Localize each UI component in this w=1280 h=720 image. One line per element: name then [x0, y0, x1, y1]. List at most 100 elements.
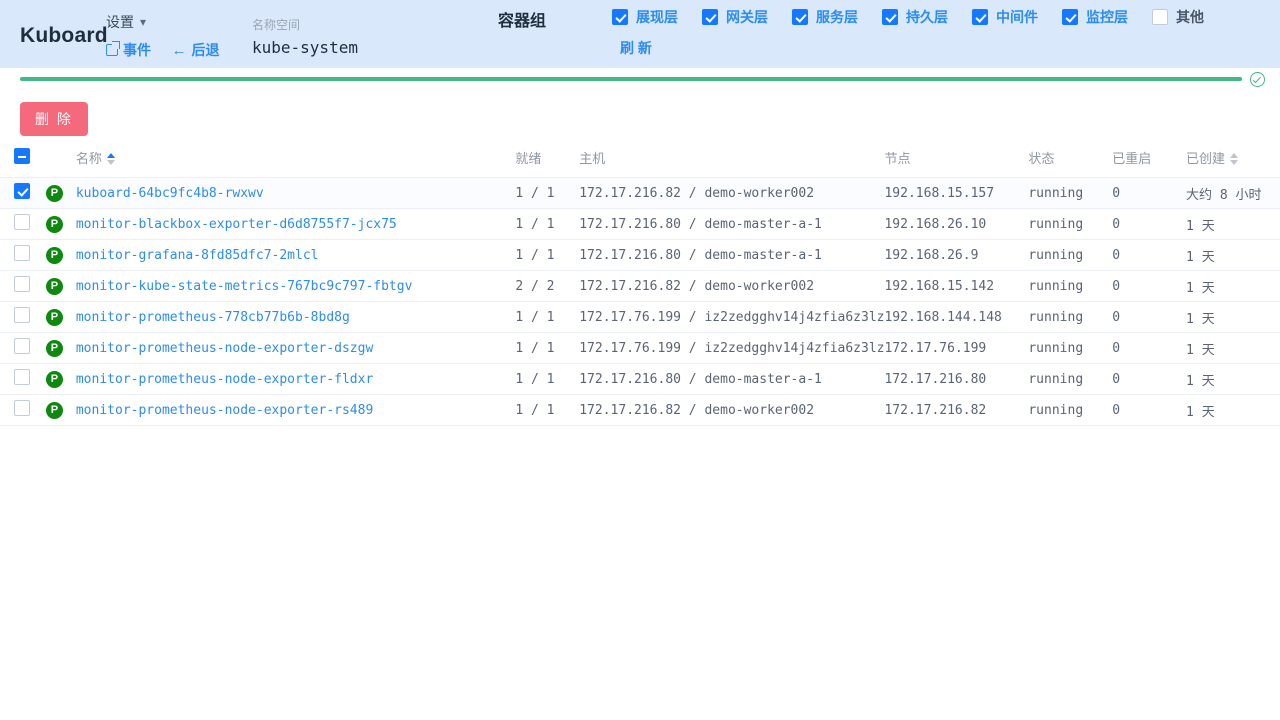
row-select-cell: [0, 209, 46, 240]
pod-state-cell: running: [1028, 271, 1112, 302]
pod-host-cell: 172.17.76.199 / iz2zedgghv14j4zfia6z3lz: [579, 333, 884, 364]
settings-menu[interactable]: 设置▾: [106, 12, 219, 32]
back-link-label: 后退: [191, 42, 219, 58]
table-row[interactable]: Pmonitor-grafana-8fd85dfc7-2mlcl1 / 1172…: [0, 240, 1280, 271]
pod-name-link[interactable]: monitor-prometheus-node-exporter-rs489: [76, 403, 373, 418]
table-row[interactable]: Pkuboard-64bc9fc4b8-rwxwv 1 / 1172.17.216…: [0, 178, 1280, 209]
check-circle-icon: [1250, 72, 1265, 87]
pod-restarts-cell: 0: [1112, 271, 1186, 302]
pod-created-cell: 1 天: [1186, 333, 1280, 364]
events-link[interactable]: 事件: [106, 40, 151, 60]
row-checkbox[interactable]: [14, 400, 30, 416]
pod-kind-cell: P: [46, 209, 76, 240]
pod-badge-icon: P: [46, 185, 63, 202]
back-link[interactable]: ←后退: [171, 40, 219, 60]
row-checkbox[interactable]: [14, 338, 30, 354]
loading-progress: [0, 68, 1280, 90]
pod-restarts-cell: 0: [1112, 302, 1186, 333]
table-row[interactable]: Pmonitor-blackbox-exporter-d6d8755f7-jcx…: [0, 209, 1280, 240]
column-header-created[interactable]: 已创建: [1186, 138, 1280, 178]
column-header-state[interactable]: 状态: [1028, 138, 1112, 178]
layer-filter-4[interactable]: 中间件: [972, 7, 1038, 27]
pod-ready-cell: 2 / 2: [515, 271, 579, 302]
column-header-name-label: 名称: [76, 151, 102, 166]
layer-filter-checkbox-0[interactable]: [612, 9, 628, 25]
table-row[interactable]: Pmonitor-prometheus-node-exporter-fldxr 1…: [0, 364, 1280, 395]
layer-filter-2[interactable]: 服务层: [792, 7, 858, 27]
pod-host-cell: 172.17.216.80 / demo-master-a-1: [579, 209, 884, 240]
layer-filter-checkbox-6[interactable]: [1152, 9, 1168, 25]
pod-created-cell: 1 天: [1186, 271, 1280, 302]
pod-name-link[interactable]: monitor-grafana-8fd85dfc7-2mlcl: [76, 248, 319, 263]
layer-filter-checkbox-2[interactable]: [792, 9, 808, 25]
pod-created-cell: 1 天: [1186, 240, 1280, 271]
pod-restarts-cell: 0: [1112, 178, 1186, 209]
layer-filter-3[interactable]: 持久层: [882, 7, 948, 27]
pod-node-cell: 192.168.26.10: [884, 209, 1028, 240]
row-checkbox[interactable]: [14, 276, 30, 292]
sort-icon-created[interactable]: [1230, 153, 1238, 165]
pod-badge-icon: P: [46, 371, 63, 388]
layer-filter-checkbox-5[interactable]: [1062, 9, 1078, 25]
row-checkbox[interactable]: [14, 307, 30, 323]
layer-filter-checkbox-1[interactable]: [702, 9, 718, 25]
row-select-cell: [0, 302, 46, 333]
namespace-block: 名称空间 kube-system: [252, 16, 358, 57]
select-all-header: [0, 138, 46, 178]
pod-node-cell: 192.168.15.157: [884, 178, 1028, 209]
pod-name-link[interactable]: monitor-kube-state-metrics-767bc9c797-fb…: [76, 279, 413, 294]
column-header-node[interactable]: 节点: [884, 138, 1028, 178]
column-header-name[interactable]: 名称: [76, 138, 516, 178]
layer-filter-0[interactable]: 展现层: [612, 7, 678, 27]
pod-name-link[interactable]: monitor-prometheus-node-exporter-fldxr: [76, 372, 373, 387]
table-row[interactable]: Pmonitor-prometheus-node-exporter-rs4891…: [0, 395, 1280, 426]
pod-badge-icon: P: [46, 278, 63, 295]
pod-node-cell: 192.168.26.9: [884, 240, 1028, 271]
row-checkbox[interactable]: [14, 183, 30, 199]
table-row[interactable]: Pmonitor-prometheus-778cb77b6b-8bd8g1 / …: [0, 302, 1280, 333]
table-header-row: 名称 就绪 主机 节点 状态 已重启 已创建: [0, 138, 1280, 178]
pod-name-link[interactable]: kuboard-64bc9fc4b8-rwxwv: [76, 186, 264, 201]
pod-name-link[interactable]: monitor-prometheus-node-exporter-dszgw: [76, 341, 373, 356]
layer-filter-5[interactable]: 监控层: [1062, 7, 1128, 27]
app-brand: Kuboard: [20, 24, 108, 48]
layer-filter-label-1: 网关层: [726, 7, 768, 27]
pod-restarts-cell: 0: [1112, 240, 1186, 271]
pod-name-link[interactable]: monitor-prometheus-778cb77b6b-8bd8g: [76, 310, 350, 325]
column-header-ready[interactable]: 就绪: [515, 138, 579, 178]
delete-button[interactable]: 删 除: [20, 102, 88, 136]
pod-created-cell: 1 天: [1186, 364, 1280, 395]
layer-filter-checkbox-3[interactable]: [882, 9, 898, 25]
pod-name-cell: monitor-grafana-8fd85dfc7-2mlcl: [76, 240, 516, 271]
pod-ready-cell: 1 / 1: [515, 364, 579, 395]
pod-host-cell: 172.17.216.82 / demo-worker002: [579, 178, 884, 209]
pod-name-cell: monitor-kube-state-metrics-767bc9c797-fb…: [76, 271, 516, 302]
row-select-cell: [0, 178, 46, 209]
pod-restarts-cell: 0: [1112, 333, 1186, 364]
layer-filter-6[interactable]: 其他: [1152, 7, 1204, 27]
pod-name-link[interactable]: monitor-blackbox-exporter-d6d8755f7-jcx7…: [76, 217, 397, 232]
table-row[interactable]: Pmonitor-prometheus-node-exporter-dszgw1…: [0, 333, 1280, 364]
page-title: 容器组: [498, 7, 546, 31]
layer-filter-label-5: 监控层: [1086, 7, 1128, 27]
row-select-cell: [0, 240, 46, 271]
refresh-button[interactable]: 刷 新: [620, 38, 652, 58]
pod-ready-cell: 1 / 1: [515, 178, 579, 209]
pod-name-cell: monitor-prometheus-778cb77b6b-8bd8g: [76, 302, 516, 333]
row-checkbox[interactable]: [14, 369, 30, 385]
sort-icon-name[interactable]: [107, 153, 115, 165]
layer-filter-1[interactable]: 网关层: [702, 7, 768, 27]
external-link-icon: [106, 44, 118, 56]
pod-kind-cell: P: [46, 178, 76, 209]
layer-filter-checkbox-4[interactable]: [972, 9, 988, 25]
column-header-state-label: 状态: [1028, 151, 1054, 166]
row-checkbox[interactable]: [14, 245, 30, 261]
pod-name-cell: monitor-blackbox-exporter-d6d8755f7-jcx7…: [76, 209, 516, 240]
table-row[interactable]: Pmonitor-kube-state-metrics-767bc9c797-f…: [0, 271, 1280, 302]
row-checkbox[interactable]: [14, 214, 30, 230]
column-header-host[interactable]: 主机: [579, 138, 884, 178]
row-select-cell: [0, 364, 46, 395]
column-header-restarts[interactable]: 已重启: [1112, 138, 1186, 178]
select-all-checkbox[interactable]: [14, 148, 30, 164]
pod-kind-cell: P: [46, 240, 76, 271]
